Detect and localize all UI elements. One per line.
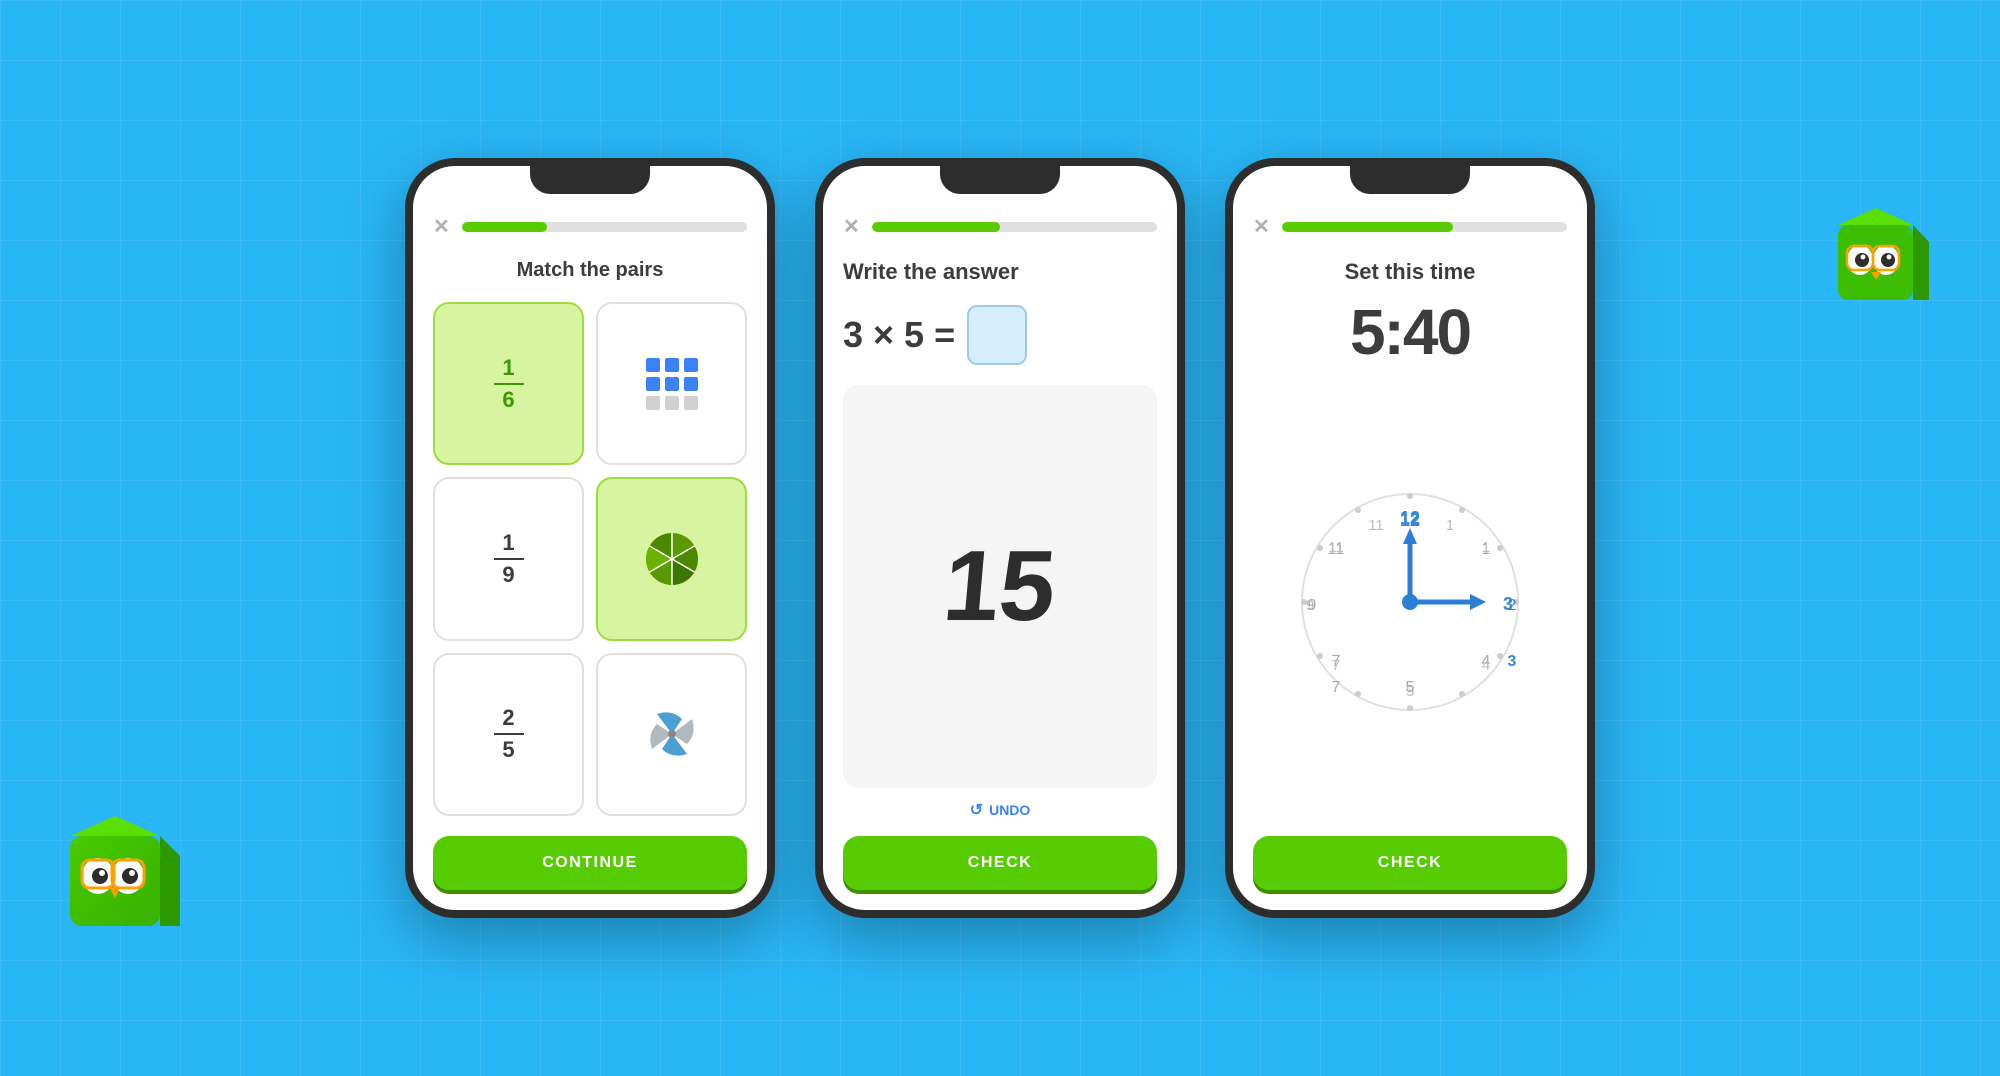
svg-text:7: 7 bbox=[1332, 679, 1341, 696]
check-button-2[interactable]: CHECK bbox=[843, 836, 1157, 890]
close-icon-3[interactable]: ✕ bbox=[1253, 214, 1270, 239]
pair-card-grid[interactable] bbox=[596, 302, 747, 465]
svg-text:12: 12 bbox=[1400, 510, 1420, 530]
undo-label: UNDO bbox=[989, 802, 1030, 818]
undo-row[interactable]: ↺ UNDO bbox=[843, 800, 1157, 820]
svg-text:5: 5 bbox=[1406, 683, 1414, 700]
grid-dots-icon bbox=[646, 358, 698, 410]
svg-text:7: 7 bbox=[1332, 657, 1340, 674]
svg-text:3: 3 bbox=[1503, 594, 1513, 614]
fraction-19: 1 9 bbox=[494, 530, 524, 588]
continue-button[interactable]: CONTinUe bbox=[433, 836, 747, 890]
phone3-title: Set this time bbox=[1253, 259, 1567, 285]
svg-text:1: 1 bbox=[1482, 539, 1490, 556]
phone3-header: ✕ bbox=[1253, 214, 1567, 239]
equation-text: 3 × 5 = bbox=[843, 314, 955, 356]
pair-card-fraction-19[interactable]: 1 9 bbox=[433, 477, 584, 640]
mascot-left bbox=[60, 806, 190, 936]
progress-bar-bg-3 bbox=[1282, 222, 1567, 232]
phone1-header: ✕ bbox=[433, 214, 747, 239]
progress-bar-fill-3 bbox=[1282, 222, 1453, 232]
pair-card-fraction-25[interactable]: 2 5 bbox=[433, 653, 584, 816]
progress-bar-bg-2 bbox=[872, 222, 1157, 232]
svg-text:11: 11 bbox=[1328, 539, 1344, 556]
close-icon-2[interactable]: ✕ bbox=[843, 214, 860, 239]
phone-write-answer: ✕ Write the answer 3 × 5 = 15 ↺ UNDO CHE… bbox=[815, 158, 1185, 918]
phone-match-pairs: ✕ Match the pairs 1 6 bbox=[405, 158, 775, 918]
progress-bar-bg bbox=[462, 222, 747, 232]
phone2-header: ✕ bbox=[843, 214, 1157, 239]
pie-chart-icon bbox=[642, 529, 702, 589]
svg-text:4: 4 bbox=[1482, 657, 1490, 674]
time-display: 5:40 bbox=[1253, 295, 1567, 369]
svg-text:1: 1 bbox=[1446, 517, 1454, 534]
svg-text:3: 3 bbox=[1508, 653, 1517, 670]
pair-card-fraction-16[interactable]: 1 6 bbox=[433, 302, 584, 465]
pair-card-pie[interactable] bbox=[596, 477, 747, 640]
pair-card-pinwheel[interactable] bbox=[596, 653, 747, 816]
undo-icon: ↺ bbox=[970, 800, 983, 820]
progress-bar-fill bbox=[462, 222, 548, 232]
progress-bar-fill-2 bbox=[872, 222, 1000, 232]
pairs-grid: 1 6 bbox=[433, 302, 747, 816]
mascot-right bbox=[1830, 200, 1940, 310]
svg-text:11: 11 bbox=[1368, 517, 1384, 534]
equation-row: 3 × 5 = bbox=[843, 305, 1157, 365]
svg-text:9: 9 bbox=[1306, 597, 1314, 614]
fraction-25: 2 5 bbox=[494, 705, 524, 763]
phone1-title: Match the pairs bbox=[433, 259, 747, 282]
clock-container: 12 1 2 4 5 7 9 11 3 5 7 12 3 1 4 5 7 bbox=[1253, 379, 1567, 824]
answer-box[interactable] bbox=[967, 305, 1027, 365]
phone2-title: Write the answer bbox=[843, 259, 1157, 285]
pinwheel-icon bbox=[642, 704, 702, 764]
handwritten-answer: 15 bbox=[939, 529, 1060, 644]
phone-set-time: ✕ Set this time 5:40 bbox=[1225, 158, 1595, 918]
clock-face[interactable]: 12 1 2 4 5 7 9 11 3 5 7 12 3 1 4 5 7 bbox=[1290, 482, 1530, 722]
fraction-16: 1 6 bbox=[494, 355, 524, 413]
drawing-area[interactable]: 15 bbox=[843, 385, 1157, 788]
close-icon[interactable]: ✕ bbox=[433, 214, 450, 239]
check-button-3[interactable]: CHECK bbox=[1253, 836, 1567, 890]
